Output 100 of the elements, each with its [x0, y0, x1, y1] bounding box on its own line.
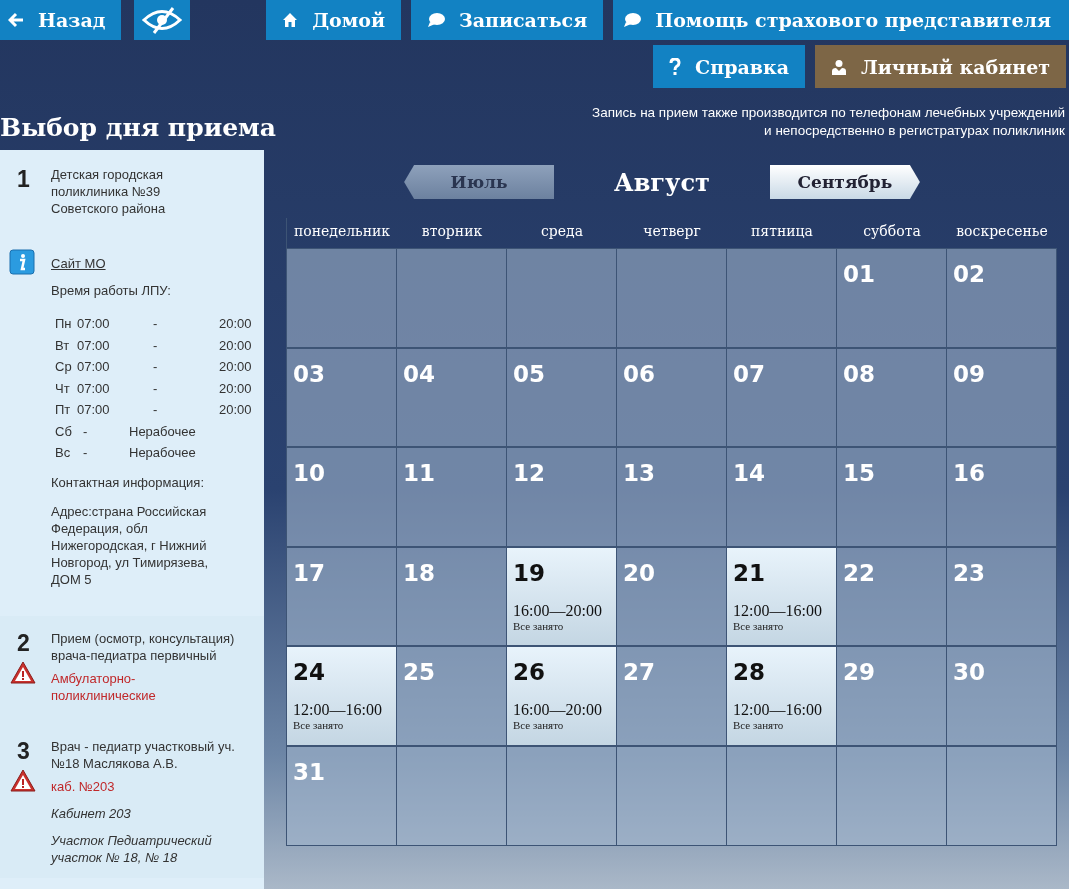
- notice-text: и непосредственно в регистратурах поликлиник: [763, 122, 1065, 140]
- day-number: 21: [733, 559, 766, 586]
- day-number: 29: [843, 659, 876, 686]
- step-detail: Кабинет 203: [51, 804, 132, 822]
- nav-button[interactable]: Назад: [0, 0, 122, 40]
- info-icon: [9, 249, 35, 275]
- day-number: 12: [513, 460, 546, 487]
- hours-dash: -: [153, 401, 159, 419]
- hours-day: Пт: [55, 401, 77, 419]
- hours-dash: -: [153, 336, 159, 354]
- hours-status: Нерабочее: [129, 444, 196, 462]
- slot-status: Все занято: [733, 719, 785, 732]
- slot-status: Все занято: [513, 619, 565, 632]
- day-number: 20: [623, 559, 656, 586]
- day-number: 31: [293, 758, 326, 785]
- available-day-cell[interactable]: 28 12:00—16:00 Все занято: [727, 646, 837, 746]
- weekday-header: понедельник: [292, 222, 392, 239]
- day-number: 11: [403, 460, 436, 487]
- hours-to: 20:00: [219, 379, 252, 397]
- day-number: 13: [623, 460, 656, 487]
- site-link[interactable]: Сайт МО: [51, 256, 106, 271]
- nav-button[interactable]: Записаться: [411, 0, 604, 40]
- day-number: 15: [843, 460, 876, 487]
- day-number: 27: [623, 659, 656, 686]
- nav-button[interactable]: Домой: [266, 0, 402, 40]
- weekday-header: суббота: [862, 222, 922, 239]
- hours-to: 20:00: [219, 315, 252, 333]
- hours-dash: -: [153, 315, 159, 333]
- hours-label: Время работы ЛПУ:: [51, 282, 172, 299]
- hours-dash: -: [82, 422, 89, 440]
- time-range: 16:00—20:00: [513, 701, 603, 720]
- day-number: 17: [293, 559, 326, 586]
- hours-to: 20:00: [219, 358, 252, 376]
- hours-from: 07:00: [77, 379, 111, 397]
- address-text: Адрес:страна Российская Федерация, обл Нижегородская, г Нижний Новгород, ул Тимирязева, ДОМ 5: [51, 502, 210, 589]
- step-note: каб. №203: [51, 777, 116, 795]
- day-number: 05: [513, 360, 546, 387]
- hours-from: 07:00: [77, 315, 111, 333]
- day-number: 19: [513, 559, 546, 586]
- hours-day: Вс: [55, 444, 77, 462]
- slot-status: Все занято: [733, 619, 785, 632]
- weekday-header: вторник: [420, 222, 484, 239]
- nav-button[interactable]: Справка: [653, 45, 805, 88]
- hours-from: 07:00: [77, 358, 111, 376]
- step-note: Амбулаторно-поликлинические: [51, 669, 157, 704]
- day-number: 02: [953, 261, 986, 287]
- day-number: 30: [953, 659, 986, 686]
- contact-label: Контактная информация:: [51, 473, 205, 491]
- accessibility-button[interactable]: [134, 0, 191, 40]
- step-title: Прием (осмотр, консультация) врача-педиатра первичный: [51, 629, 236, 664]
- time-range: 12:00—16:00: [733, 701, 823, 720]
- month-title: Август: [614, 167, 710, 197]
- day-number: 24: [293, 659, 326, 686]
- day-number: 04: [403, 360, 436, 387]
- step-detail: Участок Педиатрический участок № 18, № 18: [51, 831, 213, 866]
- arrow-left-icon: [8, 12, 24, 28]
- previous-month-button[interactable]: Июль: [404, 165, 555, 199]
- day-number: 25: [403, 659, 436, 686]
- day-number: 14: [733, 460, 766, 487]
- step-number: 1: [16, 166, 30, 193]
- hours-day: Вт: [55, 336, 77, 354]
- time-range: 16:00—20:00: [513, 601, 603, 620]
- hours-from: 07:00: [77, 401, 111, 419]
- hours-to: 20:00: [219, 336, 252, 354]
- day-number: 22: [843, 559, 876, 586]
- day-number: 18: [403, 559, 436, 586]
- step-title: Врач - педиатр участковый уч. №18 Маслякова А.В.: [51, 737, 236, 772]
- next-month-button[interactable]: Сентябрь: [769, 165, 920, 199]
- day-number: 16: [953, 460, 986, 487]
- speech-bubble-icon: [427, 12, 446, 28]
- available-day-cell[interactable]: 19 16:00—20:00 Все занято: [507, 546, 617, 647]
- hours-from: 07:00: [77, 336, 111, 354]
- user-icon: [830, 58, 847, 75]
- day-number: 01: [843, 261, 876, 287]
- slot-status: Все занято: [293, 719, 345, 732]
- day-number: 10: [293, 460, 326, 487]
- hours-dash: -: [153, 379, 159, 397]
- day-number: 09: [953, 360, 986, 387]
- nav-button[interactable]: Помощь страхового представителя: [613, 0, 1069, 40]
- step-number: 2: [16, 629, 30, 657]
- hours-status: Нерабочее: [129, 422, 196, 440]
- nav-button[interactable]: Личный кабинет: [814, 45, 1066, 88]
- speech-bubble-icon: [623, 12, 642, 28]
- hours-day: Сб: [55, 422, 77, 440]
- hours-day: Чт: [55, 379, 77, 397]
- hours-dash: -: [82, 444, 89, 462]
- hours-day: Ср: [55, 358, 77, 376]
- hours-day: Пн: [55, 315, 77, 333]
- available-day-cell[interactable]: 21 12:00—16:00 Все занято: [727, 546, 837, 647]
- day-number: 06: [623, 360, 656, 387]
- weekday-header: воскресенье: [955, 222, 1049, 239]
- day-number: 28: [733, 659, 766, 686]
- step-number: 3: [16, 737, 30, 765]
- weekday-header: среда: [539, 222, 585, 239]
- weekday-header: пятница: [750, 222, 814, 239]
- time-range: 12:00—16:00: [293, 701, 383, 720]
- available-day-cell[interactable]: 24 12:00—16:00 Все занято: [287, 646, 397, 746]
- available-day-cell[interactable]: 26 16:00—20:00 Все занято: [507, 646, 617, 746]
- weekday-header: четверг: [642, 222, 702, 239]
- day-number: 03: [293, 360, 326, 387]
